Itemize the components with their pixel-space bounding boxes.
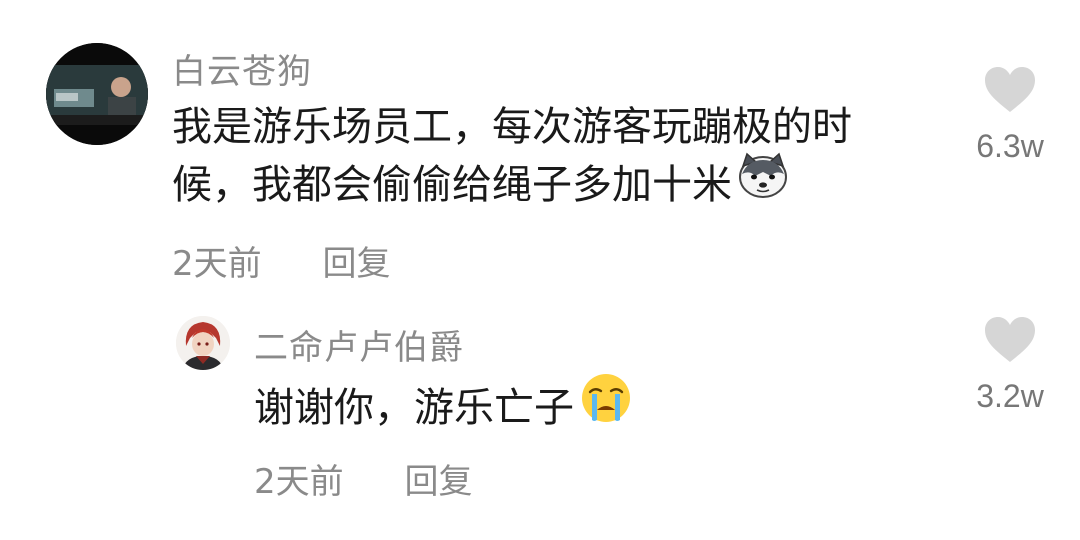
username[interactable]: 二命卢卢伯爵 [254,320,464,369]
like-button[interactable]: 3.2w [955,316,1065,415]
comment-text-line: 谢谢你，游乐亡子 [254,374,632,444]
comment-meta: 2天前 回复 [254,454,472,503]
comment-text-line-content: 谢谢你，游乐亡子 [254,385,574,431]
username[interactable]: 白云苍狗 [172,44,312,93]
like-count: 6.3w [976,128,1044,164]
reply-button[interactable]: 回复 [404,454,472,503]
reply-button[interactable]: 回复 [322,236,390,285]
timestamp: 2天前 [172,244,262,284]
comment-meta: 2天前 回复 [172,236,390,285]
reply-item: 二命卢卢伯爵 谢谢你，游乐亡子 2天前 回复 3.2w [0,300,1080,540]
like-count: 3.2w [976,378,1044,414]
heart-icon[interactable] [955,316,1065,368]
user-avatar[interactable] [176,316,230,370]
user-avatar[interactable] [46,43,148,145]
comment-text-line-content: 候，我都会偷偷给绳子多加十米 [172,162,732,208]
like-button[interactable]: 6.3w [955,66,1065,165]
crying-face-emoji [580,372,632,440]
comment-item: 白云苍狗 我是游乐场员工，每次游客玩蹦极的时 候，我都会偷偷给绳子多加十米 2天… [0,0,1080,300]
comment-text-line: 我是游乐场员工，每次游客玩蹦极的时 [172,104,852,150]
timestamp: 2天前 [254,462,344,502]
comment-text: 我是游乐场员工，每次游客玩蹦极的时 候，我都会偷偷给绳子多加十米 [172,98,912,218]
comment-text-line: 候，我都会偷偷给绳子多加十米 [172,152,912,218]
heart-icon[interactable] [955,66,1065,118]
comment-text: 谢谢你，游乐亡子 [254,374,632,444]
husky-dog-emoji [738,152,788,214]
